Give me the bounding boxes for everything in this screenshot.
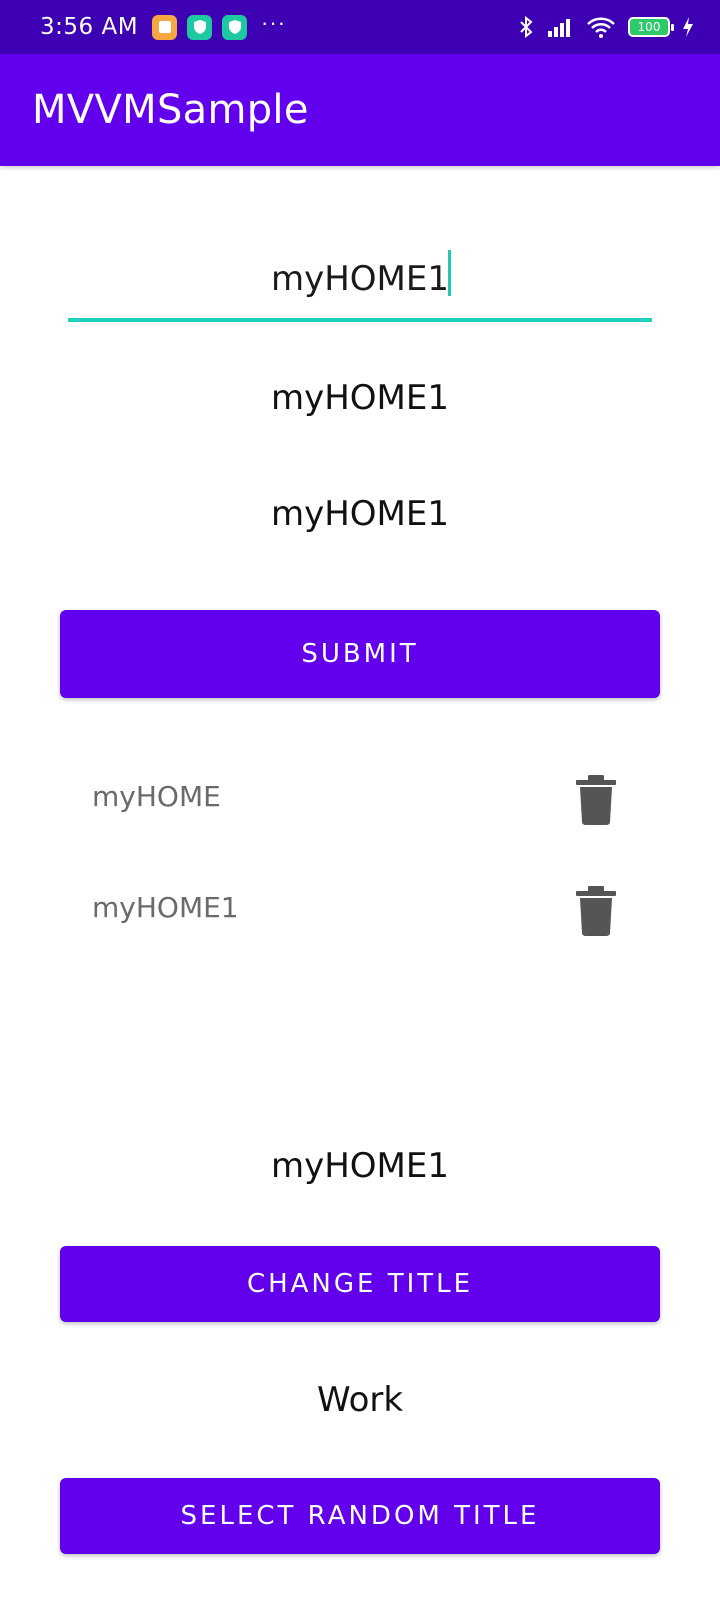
text-cursor (448, 250, 451, 296)
trash-icon[interactable] (574, 883, 618, 937)
bluetooth-icon (518, 15, 534, 39)
notification-shield-icon (187, 14, 213, 40)
more-notifications-icon: ··· (261, 10, 287, 35)
random-title-text: Work (316, 1380, 404, 1420)
select-random-title-button[interactable]: SELECT RANDOM TITLE (60, 1478, 660, 1554)
bound-text-1: myHOME1 (270, 378, 450, 418)
list-item[interactable]: myHOME (0, 744, 720, 854)
change-title-button[interactable]: CHANGE TITLE (60, 1246, 660, 1322)
wifi-icon (586, 15, 616, 39)
title-input[interactable] (68, 240, 652, 318)
battery-icon: 100 (628, 17, 674, 37)
status-time: 3:56 AM (40, 14, 139, 40)
bound-text-2: myHOME1 (270, 494, 450, 534)
app-title: MVVMSample (32, 87, 309, 133)
current-title-text: myHOME1 (270, 1146, 450, 1186)
signal-icon (546, 15, 574, 39)
list-item-label: myHOME1 (92, 891, 239, 924)
notification-shield-icon (222, 14, 248, 40)
status-bar: 3:56 AM ··· 100 (0, 0, 720, 54)
trash-icon[interactable] (574, 772, 618, 826)
notification-icons (152, 14, 248, 40)
list-item[interactable]: myHOME1 (0, 855, 720, 965)
charging-icon (682, 16, 694, 38)
app-bar: MVVMSample (0, 54, 720, 166)
submit-button[interactable]: SUBMIT (60, 610, 660, 698)
status-right: 100 (518, 15, 694, 39)
list-item-label: myHOME (92, 780, 221, 813)
input-underline (68, 318, 652, 322)
title-edit-field[interactable] (68, 240, 652, 322)
notification-app-icon (152, 14, 178, 40)
